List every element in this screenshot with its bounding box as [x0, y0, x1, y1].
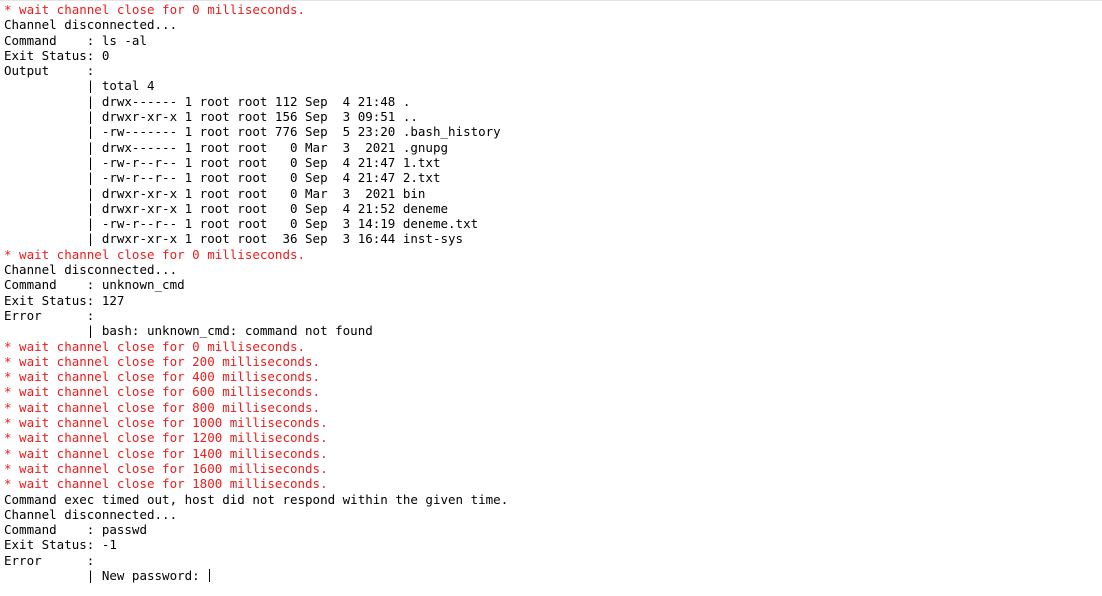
console-line-text: * wait channel close for 800 millisecond…	[4, 399, 321, 415]
console-line: Channel disconnected...	[4, 17, 1102, 32]
console-line-text: Channel disconnected...	[4, 506, 178, 522]
console-line: | drwxr-xr-x 1 root root 0 Mar 3 2021 bi…	[4, 186, 1102, 201]
console-line-text: Channel disconnected...	[4, 262, 178, 278]
console-line: Channel disconnected...	[4, 507, 1102, 522]
console-line: Error :	[4, 308, 1102, 323]
console-line: | -rw-r--r-- 1 root root 0 Sep 4 21:47 1…	[4, 155, 1102, 170]
console-line-text: * wait channel close for 0 milliseconds.	[4, 338, 306, 354]
debug-log-line: * wait channel close for 200 millisecond…	[4, 354, 1102, 369]
console-line-text: * wait channel close for 400 millisecond…	[4, 369, 321, 385]
console-line-text: | drwxr-xr-x 1 root root 0 Sep 4 21:52 d…	[4, 200, 449, 216]
console-line-text: | -rw------- 1 root root 776 Sep 5 23:20…	[4, 124, 501, 140]
console-line-text: | bash: unknown_cmd: command not found	[4, 323, 373, 339]
console-line-text: Command : ls -al	[4, 32, 147, 48]
window-top-border	[0, 0, 1102, 1]
console-line: Command exec timed out, host did not res…	[4, 492, 1102, 507]
console-line-text: | drwx------ 1 root root 112 Sep 4 21:48…	[4, 93, 411, 109]
console-line: | -rw------- 1 root root 776 Sep 5 23:20…	[4, 124, 1102, 139]
console-line: | drwx------ 1 root root 0 Mar 3 2021 .g…	[4, 140, 1102, 155]
console-line-text: | drwxr-xr-x 1 root root 156 Sep 3 09:51…	[4, 109, 418, 125]
console-line: Command : ls -al	[4, 33, 1102, 48]
console-line: | -rw-r--r-- 1 root root 0 Sep 4 21:47 2…	[4, 170, 1102, 185]
console-line: Output :	[4, 63, 1102, 78]
console-line-text: Exit Status: 0	[4, 47, 110, 63]
console-line: | New password:	[4, 568, 1102, 583]
console-line-text: Command exec timed out, host did not res…	[4, 491, 509, 507]
console-line-text: Exit Status: -1	[4, 537, 117, 553]
console-line-text: * wait channel close for 1200 millisecon…	[4, 430, 328, 446]
console-line-text: | New password:	[4, 567, 208, 583]
text-cursor	[209, 568, 211, 582]
console-line-text: | drwxr-xr-x 1 root root 0 Mar 3 2021 bi…	[4, 185, 426, 201]
console-line-text: Channel disconnected...	[4, 17, 178, 33]
console-line-text: * wait channel close for 0 milliseconds.	[4, 2, 306, 17]
console-line-text: * wait channel close for 600 millisecond…	[4, 384, 321, 400]
console-line: Error :	[4, 553, 1102, 568]
debug-log-line: * wait channel close for 1000 millisecon…	[4, 415, 1102, 430]
console-line-text: Error :	[4, 307, 95, 323]
console-line-text: Error :	[4, 552, 95, 568]
console-line-text: * wait channel close for 1800 millisecon…	[4, 476, 328, 492]
console-line-text: Exit Status: 127	[4, 292, 125, 308]
terminal-output[interactable]: * wait channel close for 0 milliseconds.…	[4, 2, 1102, 596]
console-line: | drwxr-xr-x 1 root root 36 Sep 3 16:44 …	[4, 231, 1102, 246]
console-line-text: * wait channel close for 200 millisecond…	[4, 353, 321, 369]
console-line: Channel disconnected...	[4, 262, 1102, 277]
console-line-text: Command : passwd	[4, 522, 147, 538]
debug-log-line: * wait channel close for 1400 millisecon…	[4, 446, 1102, 461]
console-line-text: Command : unknown_cmd	[4, 277, 185, 293]
console-line-text: | -rw-r--r-- 1 root root 0 Sep 4 21:47 1…	[4, 154, 441, 170]
console-line: Exit Status: 0	[4, 48, 1102, 63]
console-line-text: * wait channel close for 1000 millisecon…	[4, 415, 328, 431]
console-line: | drwxr-xr-x 1 root root 0 Sep 4 21:52 d…	[4, 201, 1102, 216]
console-line: | bash: unknown_cmd: command not found	[4, 323, 1102, 338]
console-line-text: * wait channel close for 1400 millisecon…	[4, 445, 328, 461]
console-line-text: * wait channel close for 0 milliseconds.	[4, 246, 306, 262]
debug-log-line: * wait channel close for 400 millisecond…	[4, 369, 1102, 384]
console-line-text: Output :	[4, 63, 95, 79]
console-line-text: | -rw-r--r-- 1 root root 0 Sep 4 21:47 2…	[4, 170, 441, 186]
console-line: Command : unknown_cmd	[4, 277, 1102, 292]
debug-log-line: * wait channel close for 0 milliseconds.	[4, 339, 1102, 354]
debug-log-line: * wait channel close for 0 milliseconds.	[4, 2, 1102, 17]
console-line-text: | drwx------ 1 root root 0 Mar 3 2021 .g…	[4, 139, 449, 155]
console-line: | -rw-r--r-- 1 root root 0 Sep 3 14:19 d…	[4, 216, 1102, 231]
debug-log-line: * wait channel close for 600 millisecond…	[4, 384, 1102, 399]
console-line: | drwxr-xr-x 1 root root 156 Sep 3 09:51…	[4, 109, 1102, 124]
console-line: Command : passwd	[4, 522, 1102, 537]
console-line-text: | -rw-r--r-- 1 root root 0 Sep 3 14:19 d…	[4, 216, 479, 232]
console-line: Exit Status: -1	[4, 537, 1102, 552]
console-line: Exit Status: 127	[4, 293, 1102, 308]
console-line: | total 4	[4, 78, 1102, 93]
debug-log-line: * wait channel close for 1200 millisecon…	[4, 430, 1102, 445]
console-line: | drwx------ 1 root root 112 Sep 4 21:48…	[4, 94, 1102, 109]
console-line-text: | total 4	[4, 78, 155, 94]
console-line-text: | drwxr-xr-x 1 root root 36 Sep 3 16:44 …	[4, 231, 464, 247]
debug-log-line: * wait channel close for 1800 millisecon…	[4, 476, 1102, 491]
console-line-text: * wait channel close for 1600 millisecon…	[4, 460, 328, 476]
debug-log-line: * wait channel close for 1600 millisecon…	[4, 461, 1102, 476]
debug-log-line: * wait channel close for 800 millisecond…	[4, 400, 1102, 415]
debug-log-line: * wait channel close for 0 milliseconds.	[4, 247, 1102, 262]
